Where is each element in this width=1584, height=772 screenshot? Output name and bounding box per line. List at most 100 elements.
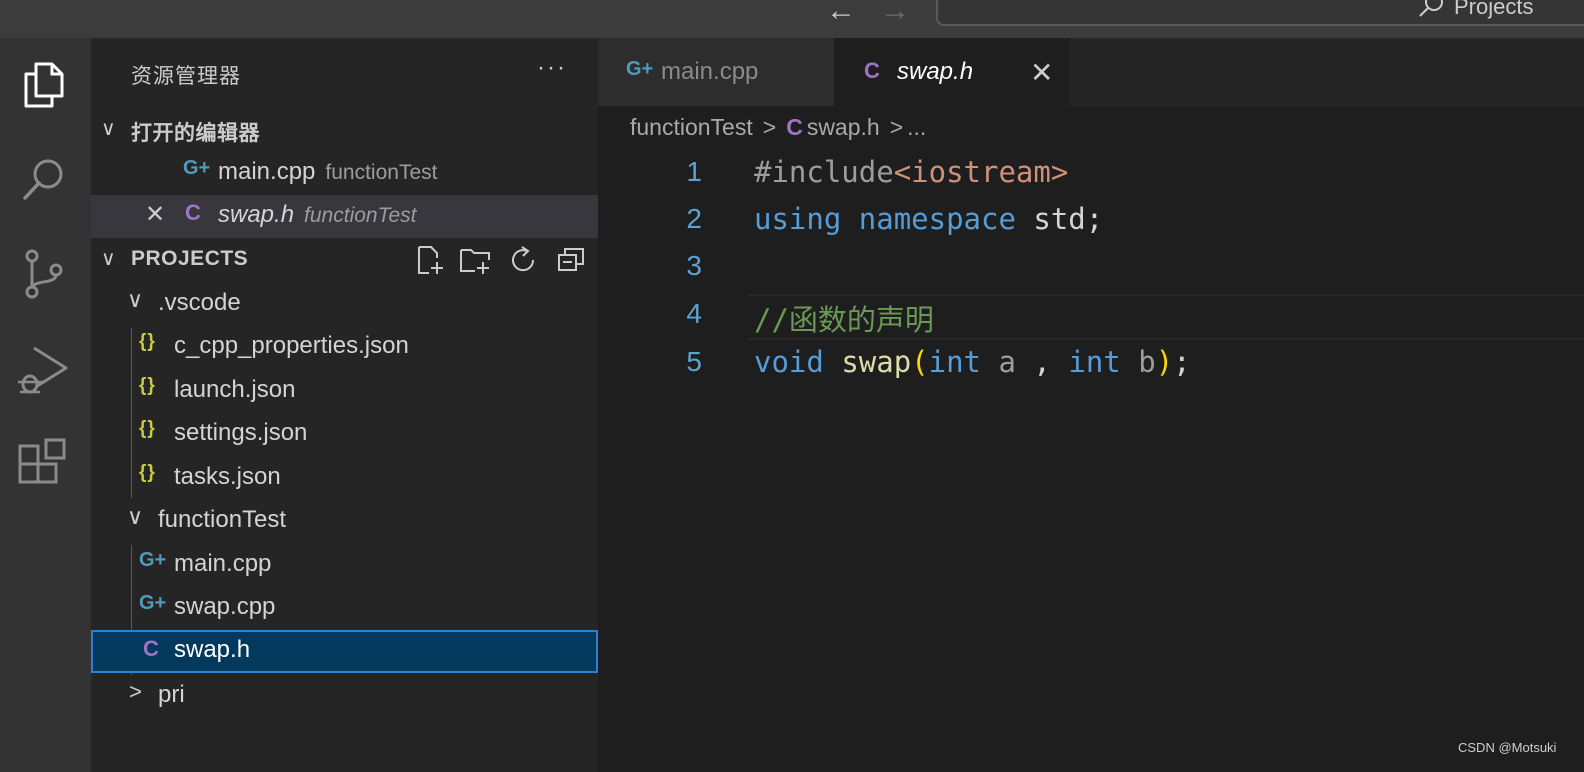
line-number: 4 xyxy=(686,298,702,329)
breadcrumb-file[interactable]: swap.h xyxy=(807,114,880,140)
chevron-down-icon: ∨ xyxy=(101,248,116,270)
code-line: 2 using namespace std; xyxy=(598,197,1584,244)
json-icon: {} xyxy=(139,418,156,439)
cpp-icon: G+ xyxy=(183,157,211,179)
collapse-all-icon[interactable] xyxy=(555,244,587,276)
tree-folder-vscode[interactable]: ∨ .vscode xyxy=(91,283,598,326)
code-param: a xyxy=(998,345,1016,379)
tree-file-swap-h[interactable]: C swap.h xyxy=(91,630,598,673)
code-line: 3 xyxy=(598,244,1584,291)
tree-item-label: swap.cpp xyxy=(174,593,276,620)
chevron-down-icon: ∨ xyxy=(127,504,144,529)
code-param: b xyxy=(1138,345,1156,379)
open-editor-item-main-cpp[interactable]: G+ main.cpp functionTest xyxy=(91,152,598,195)
chevron-right-icon: > xyxy=(762,114,777,140)
code-line: 1 #include<iostream> xyxy=(598,150,1584,197)
code-keyword: namespace xyxy=(858,202,1016,236)
open-editor-item-swap-h[interactable]: ✕ C swap.h functionTest xyxy=(91,195,598,238)
editor-tabs: G+ main.cpp C swap.h ✕ xyxy=(598,38,1584,106)
code-bracket: ) xyxy=(1155,345,1174,379)
projects-header[interactable]: ∨ PROJECTS xyxy=(91,240,598,280)
chevron-down-icon: ∨ xyxy=(101,118,116,140)
tree-item-label: launch.json xyxy=(174,376,296,403)
open-editor-name: main.cpp xyxy=(218,158,316,185)
explorer-icon[interactable] xyxy=(16,56,72,112)
tree-file-c-cpp-properties[interactable]: {} c_cpp_properties.json xyxy=(91,326,598,369)
open-editors-header[interactable]: ∨ 打开的编辑器 xyxy=(91,110,598,150)
run-debug-icon[interactable] xyxy=(16,342,72,398)
code-punct: ; xyxy=(1173,345,1191,379)
tree-item-label: tasks.json xyxy=(174,463,281,490)
line-number: 5 xyxy=(686,346,702,377)
breadcrumb-more[interactable]: ... xyxy=(907,114,926,140)
code-keyword: using xyxy=(754,202,842,236)
tab-label: swap.h xyxy=(897,58,974,85)
tree-file-main-cpp[interactable]: G+ main.cpp xyxy=(91,544,598,587)
code-comment: //函数的声明 xyxy=(754,303,934,337)
more-actions-button[interactable]: ··· xyxy=(537,54,567,82)
open-editors-label: 打开的编辑器 xyxy=(131,122,260,145)
line-number: 3 xyxy=(686,250,702,281)
open-editor-folder: functionTest xyxy=(325,161,438,184)
tree-item-label: main.cpp xyxy=(174,550,272,577)
search-icon xyxy=(1419,0,1443,17)
close-icon[interactable]: ✕ xyxy=(145,200,165,229)
tree-item-label: c_cpp_properties.json xyxy=(174,332,409,359)
c-header-icon: C xyxy=(786,114,803,140)
search-icon[interactable] xyxy=(16,152,72,208)
c-header-icon: C xyxy=(864,58,880,83)
tree-item-label: settings.json xyxy=(174,419,308,446)
new-folder-icon[interactable] xyxy=(459,244,491,276)
new-file-icon[interactable] xyxy=(413,244,445,276)
code-identifier: std; xyxy=(1033,202,1104,236)
breadcrumb-folder[interactable]: functionTest xyxy=(630,114,753,140)
refresh-icon[interactable] xyxy=(507,244,539,276)
code-function: swap xyxy=(841,345,912,379)
chevron-down-icon: ∨ xyxy=(127,287,144,312)
sidebar-title: 资源管理器 xyxy=(131,65,241,88)
cpp-icon: G+ xyxy=(139,549,167,571)
forward-arrow-icon[interactable]: → xyxy=(880,0,910,26)
json-icon: {} xyxy=(139,462,156,483)
chevron-right-icon: > xyxy=(889,114,904,140)
chevron-right-icon: > xyxy=(129,679,142,704)
tree-item-label: .vscode xyxy=(158,289,241,316)
tree-file-launch-json[interactable]: {} launch.json xyxy=(91,370,598,413)
back-arrow-icon[interactable]: ← xyxy=(826,0,856,26)
tree-item-label: pri xyxy=(158,681,185,708)
code-keyword: int xyxy=(928,345,982,379)
tree-folder-functiontest[interactable]: ∨ functionTest xyxy=(91,500,598,543)
code-header: <iostream> xyxy=(893,155,1069,189)
cpp-icon: G+ xyxy=(139,592,167,614)
tree-file-tasks-json[interactable]: {} tasks.json xyxy=(91,457,598,500)
projects-label: PROJECTS xyxy=(131,247,249,270)
code-line: 4 //函数的声明 xyxy=(598,292,1584,339)
code-line: 5 void swap(int a , int b); xyxy=(598,340,1584,387)
command-center-label[interactable]: Projects xyxy=(1454,0,1533,20)
activity-bar xyxy=(0,38,91,772)
tab-main-cpp[interactable]: G+ main.cpp xyxy=(598,38,834,106)
code-keyword: void xyxy=(754,345,824,379)
code-punct: , xyxy=(1033,345,1051,379)
line-number: 2 xyxy=(686,203,702,234)
tab-swap-h[interactable]: C swap.h ✕ xyxy=(834,38,1070,106)
open-editor-folder: functionTest xyxy=(304,204,417,227)
cpp-icon: G+ xyxy=(626,58,654,80)
tree-item-label: functionTest xyxy=(158,506,287,533)
code-directive: #include xyxy=(754,155,894,189)
tree-folder-pri[interactable]: > pri xyxy=(91,675,598,718)
tree-file-swap-cpp[interactable]: G+ swap.cpp xyxy=(91,587,598,630)
watermark: CSDN @Motsuki xyxy=(1458,740,1557,755)
c-header-icon: C xyxy=(143,636,159,661)
tree-item-label: swap.h xyxy=(174,636,251,663)
source-control-icon[interactable] xyxy=(16,246,72,302)
tab-label: main.cpp xyxy=(661,58,759,85)
title-bar: ← → Projects xyxy=(0,0,1584,38)
explorer-sidebar: 资源管理器 ··· ∨ 打开的编辑器 G+ main.cpp functionTe… xyxy=(91,38,598,772)
extensions-icon[interactable] xyxy=(16,436,72,492)
close-icon[interactable]: ✕ xyxy=(1030,56,1053,89)
line-number: 1 xyxy=(686,156,702,187)
breadcrumb: functionTest > Cswap.h >... xyxy=(630,114,930,141)
json-icon: {} xyxy=(139,375,156,396)
tree-file-settings-json[interactable]: {} settings.json xyxy=(91,413,598,456)
